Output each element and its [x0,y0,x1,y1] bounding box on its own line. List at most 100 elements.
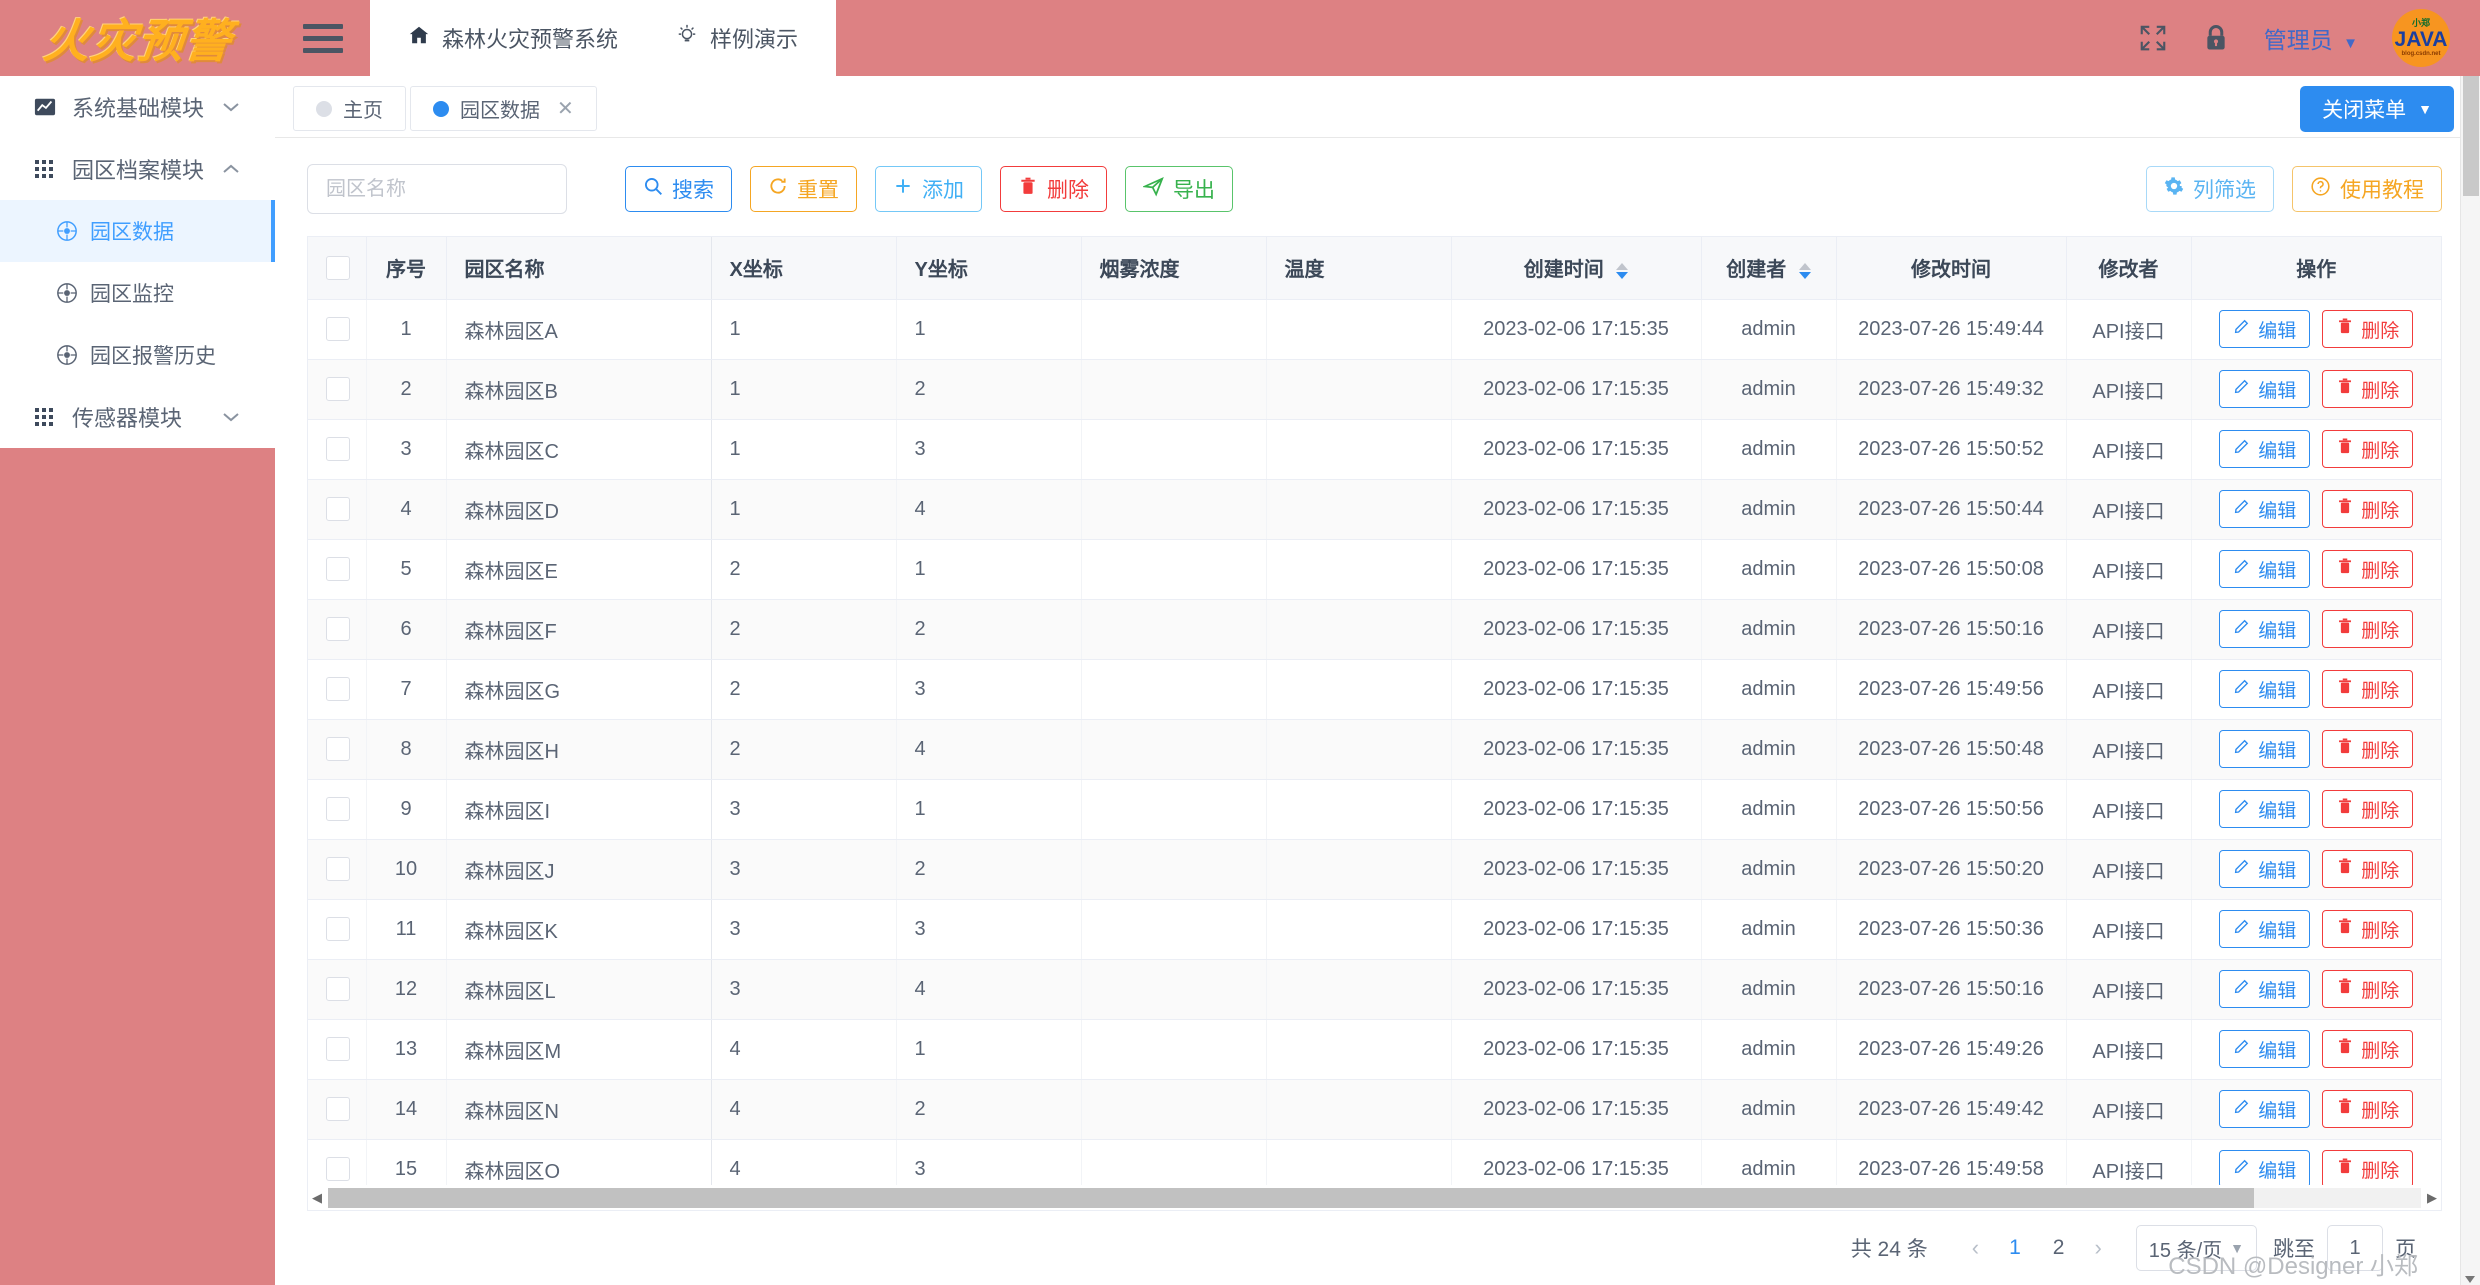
row-delete-button[interactable]: 删除 [2322,730,2413,768]
row-checkbox[interactable] [326,377,350,401]
top-nav-item-demo[interactable]: 样例演示 [676,22,798,54]
scrollbar-track[interactable] [328,1188,2421,1208]
row-edit-button[interactable]: 编辑 [2219,550,2310,588]
table-row[interactable]: 10森林园区J322023-02-06 17:15:35admin2023-07… [308,839,2441,899]
avatar[interactable]: 小郑 JAVA blog.csdn.net [2392,9,2450,67]
row-delete-button[interactable]: 删除 [2322,850,2413,888]
reset-button[interactable]: 重置 [750,166,857,212]
menu-toggle-icon[interactable] [275,0,370,76]
column-filter-button[interactable]: 列筛选 [2146,166,2274,212]
sidebar-group-system[interactable]: 系统基础模块 [0,76,275,138]
sidebar-item-park-alarm-history[interactable]: 园区报警历史 [0,324,275,386]
row-delete-button[interactable]: 删除 [2322,910,2413,948]
close-menu-button[interactable]: 关闭菜单 ▼ [2300,86,2454,132]
sort-icon[interactable] [1799,263,1811,279]
row-checkbox[interactable] [326,557,350,581]
col-created-at[interactable]: 创建时间 [1451,237,1701,299]
row-checkbox[interactable] [326,917,350,941]
row-delete-button[interactable]: 删除 [2322,1090,2413,1128]
search-input[interactable] [307,164,567,214]
row-edit-button[interactable]: 编辑 [2219,1030,2310,1068]
row-edit-button[interactable]: 编辑 [2219,910,2310,948]
tab-home[interactable]: 主页 [293,86,406,131]
row-checkbox[interactable] [326,1157,350,1181]
row-checkbox[interactable] [326,317,350,341]
pagination-next[interactable]: › [2080,1235,2115,1261]
row-edit-button[interactable]: 编辑 [2219,370,2310,408]
row-checkbox[interactable] [326,1097,350,1121]
sidebar-item-park-monitor[interactable]: 园区监控 [0,262,275,324]
row-edit-button[interactable]: 编辑 [2219,490,2310,528]
row-edit-button[interactable]: 编辑 [2219,790,2310,828]
pagination-page-1[interactable]: 1 [1993,1236,2037,1260]
row-delete-button[interactable]: 删除 [2322,610,2413,648]
table-row[interactable]: 6森林园区F222023-02-06 17:15:35admin2023-07-… [308,599,2441,659]
row-delete-button[interactable]: 删除 [2322,670,2413,708]
close-icon[interactable]: ✕ [557,96,574,121]
row-checkbox[interactable] [326,437,350,461]
top-nav-item-system[interactable]: 森林火灾预警系统 [408,22,618,54]
col-creator[interactable]: 创建者 [1701,237,1836,299]
table-row[interactable]: 11森林园区K332023-02-06 17:15:35admin2023-07… [308,899,2441,959]
row-checkbox[interactable] [326,737,350,761]
lock-icon[interactable] [2202,23,2230,53]
page-size-select[interactable]: 15 条/页 ▼ [2136,1225,2257,1271]
tutorial-button[interactable]: 使用教程 [2292,166,2442,212]
row-edit-button[interactable]: 编辑 [2219,610,2310,648]
table-row[interactable]: 3森林园区C132023-02-06 17:15:35admin2023-07-… [308,419,2441,479]
row-delete-button[interactable]: 删除 [2322,370,2413,408]
row-delete-button[interactable]: 删除 [2322,310,2413,348]
select-all-checkbox[interactable] [326,256,350,280]
table-row[interactable]: 13森林园区M412023-02-06 17:15:35admin2023-07… [308,1019,2441,1079]
pagination-prev[interactable]: ‹ [1958,1235,1993,1261]
page-vertical-scrollbar[interactable] [2460,76,2480,1285]
row-delete-button[interactable]: 删除 [2322,970,2413,1008]
table-row[interactable]: 2森林园区B122023-02-06 17:15:35admin2023-07-… [308,359,2441,419]
table-row[interactable]: 1森林园区A112023-02-06 17:15:35admin2023-07-… [308,299,2441,359]
row-checkbox[interactable] [326,797,350,821]
scroll-right-icon[interactable]: ▶ [2423,1190,2441,1206]
table-horizontal-scrollbar[interactable]: ◀ ▶ [307,1185,2442,1211]
row-delete-button[interactable]: 删除 [2322,1030,2413,1068]
row-delete-button[interactable]: 删除 [2322,430,2413,468]
scroll-left-icon[interactable]: ◀ [308,1190,326,1206]
row-checkbox[interactable] [326,857,350,881]
page-scrollbar-thumb[interactable] [2463,76,2479,196]
sidebar-item-park-data[interactable]: 园区数据 [0,200,275,262]
delete-button[interactable]: 删除 [1000,166,1107,212]
table-row[interactable]: 4森林园区D142023-02-06 17:15:35admin2023-07-… [308,479,2441,539]
table-row[interactable]: 5森林园区E212023-02-06 17:15:35admin2023-07-… [308,539,2441,599]
row-edit-button[interactable]: 编辑 [2219,1090,2310,1128]
table-row[interactable]: 12森林园区L342023-02-06 17:15:35admin2023-07… [308,959,2441,1019]
row-edit-button[interactable]: 编辑 [2219,670,2310,708]
row-checkbox[interactable] [326,977,350,1001]
export-button[interactable]: 导出 [1125,166,1233,212]
add-button[interactable]: 添加 [875,166,982,212]
sidebar-group-park[interactable]: 园区档案模块 [0,138,275,200]
table-row[interactable]: 7森林园区G232023-02-06 17:15:35admin2023-07-… [308,659,2441,719]
row-delete-button[interactable]: 删除 [2322,790,2413,828]
row-edit-button[interactable]: 编辑 [2219,310,2310,348]
row-checkbox[interactable] [326,677,350,701]
user-menu[interactable]: 管理员 ▼ [2264,21,2358,55]
row-delete-button[interactable]: 删除 [2322,550,2413,588]
row-checkbox[interactable] [326,497,350,521]
row-edit-button[interactable]: 编辑 [2219,430,2310,468]
row-edit-button[interactable]: 编辑 [2219,970,2310,1008]
sidebar-group-sensor[interactable]: 传感器模块 [0,386,275,448]
table-row[interactable]: 9森林园区I312023-02-06 17:15:35admin2023-07-… [308,779,2441,839]
pagination-page-2[interactable]: 2 [2037,1236,2081,1260]
row-edit-button[interactable]: 编辑 [2219,1150,2310,1188]
fullscreen-icon[interactable] [2138,23,2168,53]
search-button[interactable]: 搜索 [625,166,732,212]
scroll-down-icon[interactable] [2465,1276,2475,1283]
tab-park-data[interactable]: 园区数据 ✕ [410,86,597,131]
sort-icon[interactable] [1616,263,1628,279]
row-delete-button[interactable]: 删除 [2322,490,2413,528]
row-checkbox[interactable] [326,617,350,641]
row-edit-button[interactable]: 编辑 [2219,730,2310,768]
table-row[interactable]: 14森林园区N422023-02-06 17:15:35admin2023-07… [308,1079,2441,1139]
row-delete-button[interactable]: 删除 [2322,1150,2413,1188]
row-edit-button[interactable]: 编辑 [2219,850,2310,888]
row-checkbox[interactable] [326,1037,350,1061]
